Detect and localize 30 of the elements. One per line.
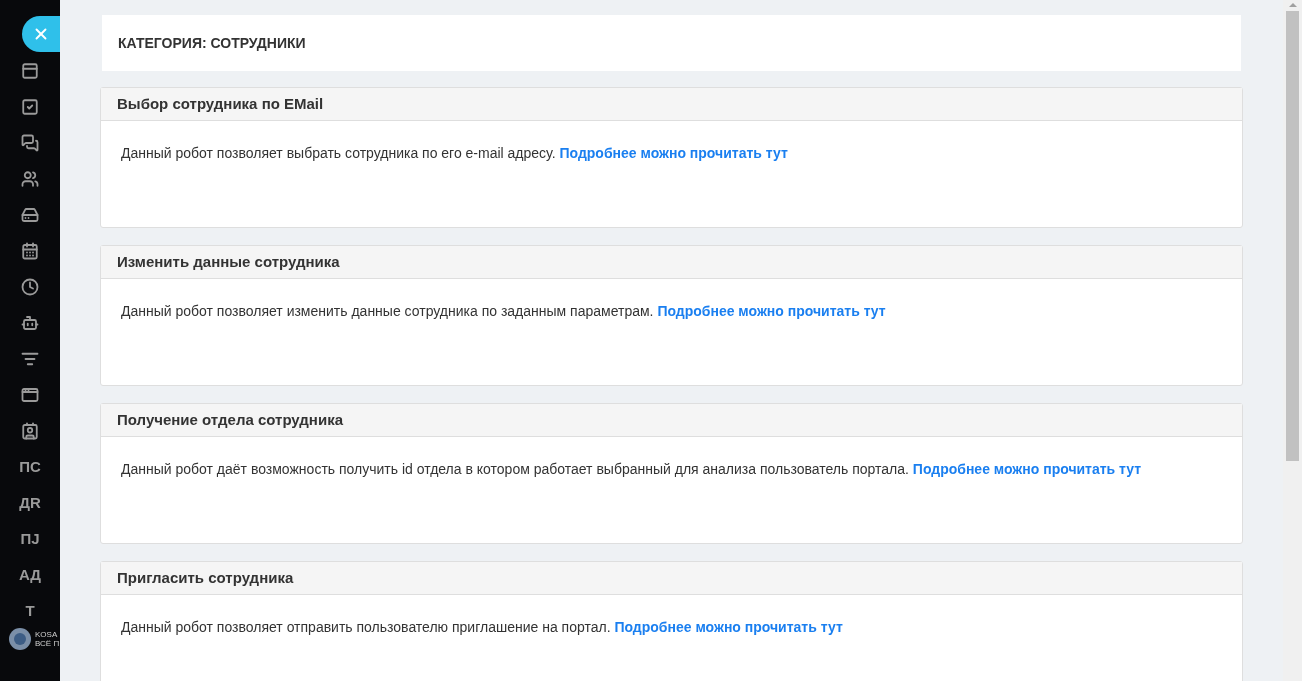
card-title: Изменить данные сотрудника	[117, 251, 340, 272]
contact-card-icon[interactable]	[19, 420, 41, 442]
card-title: Пригласить сотрудника	[117, 567, 294, 588]
sidebar-item[interactable]: ПJ	[20, 528, 40, 550]
browser-icon[interactable]	[19, 60, 41, 82]
sidebar-item[interactable]: ПС	[19, 456, 41, 478]
sidebar-item[interactable]: ДR	[19, 492, 41, 514]
logo-text: KOSA	[35, 630, 59, 639]
clock-icon[interactable]	[19, 276, 41, 298]
read-more-link[interactable]: Подробнее можно прочитать тут	[912, 461, 1142, 477]
sidebar-item[interactable]: Т	[25, 600, 35, 622]
card-title: Выбор сотрудника по EMail	[117, 93, 324, 114]
read-more-link[interactable]: Подробнее можно прочитать тут	[614, 619, 843, 635]
read-more-link[interactable]: Подробнее можно прочитать тут	[559, 145, 788, 161]
calendar-icon[interactable]	[19, 240, 41, 262]
card-description: Данный робот позволяет выбрать сотрудника по его e-mail адресу. Подробнее можно прочитать тут	[120, 144, 789, 163]
chat-icon[interactable]	[19, 132, 41, 154]
logo-text: ВСЁ П	[35, 639, 61, 648]
card-title: Получение отдела сотрудника	[117, 409, 343, 430]
logo-icon	[8, 627, 32, 651]
category-title: КАТЕГОРИЯ: СОТРУДНИКИ	[118, 33, 306, 53]
scroll-thumb[interactable]	[1286, 11, 1299, 461]
card-description: Данный робот даёт возможность получить id отдела в котором работает выбранный для анализа пользователь портала. Подробнее можно прочитать тут	[120, 460, 1143, 479]
card-description: Данный робот позволяет отправить пользователю приглашение на портал. Подробнее можно прочитать тут	[120, 618, 844, 637]
read-more-link[interactable]: Подробнее можно прочитать тут	[657, 303, 886, 319]
close-button[interactable]	[22, 16, 60, 52]
checkbox-icon[interactable]	[19, 96, 41, 118]
users-icon[interactable]	[19, 168, 41, 190]
card-description: Данный робот позволяет изменить данные сотрудника по заданным параметрам. Подробнее можно прочитать тут	[120, 302, 887, 321]
sidebar-item[interactable]: АД	[18, 564, 42, 586]
